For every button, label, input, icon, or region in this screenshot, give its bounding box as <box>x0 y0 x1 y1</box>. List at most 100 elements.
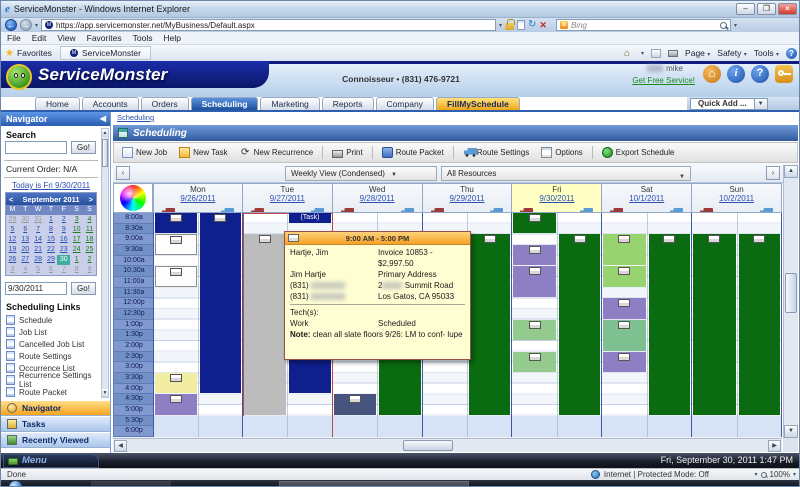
calendar-day[interactable]: 8 <box>45 225 58 235</box>
day-date-link[interactable]: 10/1/2011 <box>602 194 691 203</box>
nav-dropdown-icon[interactable]: ▾ <box>35 22 38 29</box>
date-go-button[interactable]: Go! <box>71 282 96 295</box>
schedule-event[interactable] <box>603 234 645 265</box>
forward-button[interactable]: → <box>20 19 32 31</box>
help-circle-icon[interactable]: ? <box>786 48 797 59</box>
browser-tab[interactable]: M ServiceMonster <box>60 46 151 60</box>
tab-reports[interactable]: Reports <box>322 97 374 110</box>
blue-truck-icon[interactable] <box>400 204 415 213</box>
back-button[interactable]: ← <box>5 19 17 31</box>
schedule-event[interactable] <box>155 213 197 233</box>
schedule-event[interactable]: (Task) <box>289 213 330 223</box>
red-truck-icon[interactable] <box>250 204 265 213</box>
collapse-icon[interactable]: ◀ <box>100 112 106 126</box>
print-icon[interactable] <box>668 50 678 57</box>
vertical-scroll-thumb[interactable] <box>785 273 797 313</box>
calendar-day[interactable]: 4 <box>83 215 96 225</box>
calendar-day[interactable]: 30 <box>19 215 32 225</box>
calendar-day[interactable]: 3 <box>70 215 83 225</box>
calendar-day[interactable]: 29 <box>6 215 19 225</box>
tab-home[interactable]: Home <box>35 97 80 110</box>
calendar-day[interactable]: 23 <box>57 245 70 255</box>
schedule-event[interactable] <box>155 394 197 414</box>
calendar-day[interactable]: 29 <box>45 255 58 265</box>
calendar-day[interactable]: 30 <box>57 255 70 265</box>
toolbar-print[interactable]: Print <box>327 146 367 160</box>
calendar-day[interactable]: 27 <box>19 255 32 265</box>
red-truck-icon[interactable] <box>430 204 445 213</box>
calendar-day[interactable]: 11 <box>83 225 96 235</box>
calendar-prev-icon[interactable]: < <box>9 195 13 204</box>
menu-button[interactable]: Menu <box>3 454 99 468</box>
schedule-event[interactable] <box>559 234 600 414</box>
toolbar-route-packet[interactable]: Route Packet <box>377 145 449 160</box>
accordion-navigator[interactable]: Navigator <box>1 400 111 416</box>
schedule-event[interactable] <box>603 352 645 372</box>
schedule-event[interactable] <box>603 298 645 318</box>
search-box[interactable]: b Bing <box>556 19 731 31</box>
tab-company[interactable]: Company <box>376 97 434 110</box>
tab-orders[interactable]: Orders <box>141 97 189 110</box>
calendar-day[interactable]: 1 <box>45 215 58 225</box>
taskbar-button[interactable] <box>279 481 469 487</box>
blue-truck-icon[interactable] <box>489 204 504 213</box>
schedule-event[interactable] <box>513 320 555 340</box>
calendar-day[interactable]: 21 <box>32 245 45 255</box>
calendar-day[interactable]: 5 <box>6 225 19 235</box>
menu-favorites[interactable]: Favorites <box>87 33 122 43</box>
start-orb-icon[interactable] <box>9 481 22 487</box>
favorites-star-icon[interactable]: ★ <box>5 48 14 59</box>
close-button[interactable]: × <box>778 3 797 15</box>
schedule-event[interactable] <box>513 213 555 233</box>
color-wheel-icon[interactable] <box>120 185 146 211</box>
red-truck-icon[interactable] <box>340 204 355 213</box>
refresh-icon[interactable]: ↻ <box>528 20 536 30</box>
quick-add-dropdown-icon[interactable]: ▼ <box>755 98 768 110</box>
resource-select[interactable]: All Resources▼ <box>441 166 691 181</box>
calendar-day[interactable]: 4 <box>19 265 32 275</box>
view-select[interactable]: Weekly View (Condensed)▼ <box>285 166 437 181</box>
taskbar-button[interactable] <box>91 481 171 487</box>
search-go-button[interactable]: Go! <box>71 141 96 154</box>
schedule-event[interactable] <box>603 320 645 351</box>
toolbar-new-task[interactable]: New Task <box>174 145 233 160</box>
vertical-scrollbar[interactable]: ▲ ▼ <box>783 165 798 438</box>
red-truck-icon[interactable] <box>519 204 534 213</box>
menu-help[interactable]: Help <box>163 33 180 43</box>
day-date-link[interactable]: 9/26/2011 <box>154 194 242 203</box>
schedule-event[interactable] <box>469 234 510 414</box>
compatibility-icon[interactable] <box>517 20 525 30</box>
sidebar-link-recurrence-settings-list[interactable]: Recurrence Settings List <box>6 374 98 386</box>
menu-tools[interactable]: Tools <box>133 33 153 43</box>
menu-view[interactable]: View <box>57 33 75 43</box>
calendar-day[interactable]: 13 <box>19 235 32 245</box>
calendar-day[interactable]: 16 <box>57 235 70 245</box>
minimize-button[interactable]: – <box>736 3 755 15</box>
servicemonster-logo-text[interactable]: ServiceMonster <box>38 65 167 85</box>
red-truck-icon[interactable] <box>699 204 714 213</box>
red-truck-icon[interactable] <box>161 204 176 213</box>
scroll-up-icon[interactable]: ▲ <box>784 165 798 178</box>
zoom-level[interactable]: 100% <box>770 470 790 479</box>
scroll-down-icon[interactable]: ▼ <box>784 425 798 438</box>
sidebar-scrollbar[interactable]: ▲ ▼ <box>101 128 109 398</box>
today-link[interactable]: Today is Fri 9/30/2011 <box>1 181 101 190</box>
scroll-right-icon[interactable]: ▶ <box>768 440 781 452</box>
search-magnifier-icon[interactable] <box>720 22 727 29</box>
toolbar-options[interactable]: Options <box>536 145 588 160</box>
schedule-event[interactable] <box>693 234 735 414</box>
schedule-event[interactable] <box>649 234 690 414</box>
red-truck-icon[interactable] <box>609 204 624 213</box>
day-date-link[interactable]: 9/30/2011 <box>512 194 601 203</box>
tab-accounts[interactable]: Accounts <box>82 97 139 110</box>
fav-safety-button[interactable]: Safety ▾ <box>717 48 746 58</box>
day-date-link[interactable]: 9/28/2011 <box>333 194 422 203</box>
calendar-day[interactable]: 9 <box>57 225 70 235</box>
calendar-day[interactable]: 10 <box>70 225 83 235</box>
next-week-button[interactable]: › <box>766 166 780 180</box>
accordion-recently-viewed[interactable]: Recently Viewed <box>1 432 111 448</box>
calendar-day[interactable]: 2 <box>57 215 70 225</box>
sidebar-scroll-thumb[interactable] <box>102 139 108 167</box>
breadcrumb[interactable]: Scheduling <box>117 113 154 122</box>
calendar-day[interactable]: 25 <box>83 245 96 255</box>
